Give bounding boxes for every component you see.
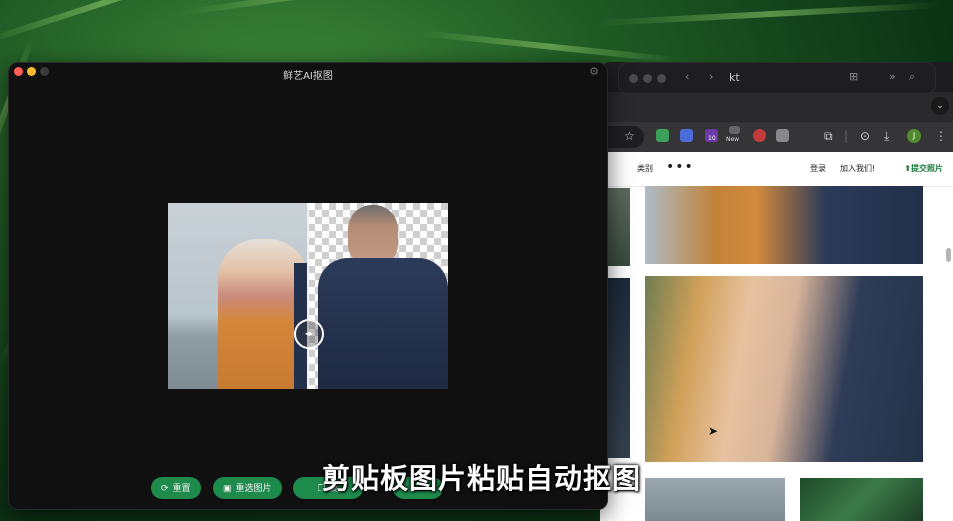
cutout-image: [308, 203, 448, 389]
photo-fern[interactable]: [800, 478, 923, 521]
toolbar-divider: |: [844, 129, 849, 143]
app-title: 鲜艺AI抠图: [283, 71, 333, 82]
profile-avatar[interactable]: J: [907, 129, 921, 143]
back-chevron-icon[interactable]: ‹: [685, 70, 689, 83]
photo-couple-top[interactable]: [645, 186, 923, 264]
website-content: 类别 ••• 登录 加入我们! ⬆提交照片: [600, 152, 953, 521]
page-scrollbar[interactable]: [946, 248, 951, 262]
view-grid-icon[interactable]: ⊞: [849, 70, 858, 83]
nav-category-link[interactable]: 类别: [637, 163, 653, 174]
original-image: [168, 203, 308, 389]
settings-gear-icon[interactable]: ⚙: [589, 65, 599, 78]
extension-blue-icon[interactable]: [680, 129, 693, 142]
site-navbar: 类别 ••• 登录 加入我们! ⬆提交照片: [600, 152, 953, 187]
video-caption: 剪贴板图片粘贴自动抠图: [322, 462, 642, 495]
man-figure: [308, 203, 448, 389]
image-icon: ▣: [223, 483, 232, 493]
nav-more-button[interactable]: •••: [666, 159, 694, 175]
forward-chevron-icon[interactable]: ›: [709, 70, 713, 83]
extension-green-icon[interactable]: [656, 129, 669, 142]
finder-minimize-button[interactable]: [643, 74, 652, 83]
extension-new-label: New: [726, 136, 740, 143]
app-window: 鲜艺AI抠图 ⚙ ◂▸ ⟳ 重置 ▣ 重选图片 ❐ 复: [8, 62, 608, 510]
photo-thumb-left-edge-2[interactable]: [606, 278, 630, 458]
finder-title: kt: [729, 71, 740, 84]
tab-search-icon[interactable]: ⊙: [860, 129, 870, 143]
extension-red-icon[interactable]: [753, 129, 766, 142]
extension-badge-count: 10: [708, 135, 716, 142]
extension-gray-icon[interactable]: [776, 129, 789, 142]
finder-window-bar: ‹ › kt ⊞ » ⌕: [618, 62, 936, 94]
nav-submit-photo-button[interactable]: ⬆提交照片: [904, 163, 943, 174]
compare-slider-handle[interactable]: ◂▸: [294, 319, 324, 349]
compare-preview[interactable]: ◂▸: [168, 203, 448, 389]
nav-login-link[interactable]: 登录: [810, 163, 826, 174]
browser-menu-icon[interactable]: ⋮: [935, 129, 947, 143]
more-chevrons-icon[interactable]: »: [889, 70, 896, 83]
reset-button[interactable]: ⟳ 重置: [151, 477, 201, 499]
upload-icon: ⬆: [904, 164, 911, 173]
nav-join-link[interactable]: 加入我们!: [840, 163, 875, 174]
extensions-puzzle-icon[interactable]: ⧉: [824, 129, 833, 144]
bookmark-star-icon[interactable]: ☆: [624, 129, 635, 143]
browser-tabstrip: ⌄: [600, 92, 953, 122]
photo-thumb-left-edge-1[interactable]: [606, 188, 630, 266]
reselect-image-button[interactable]: ▣ 重选图片: [213, 477, 282, 499]
photo-bottom-left[interactable]: [645, 478, 785, 521]
download-icon[interactable]: ⤓: [884, 129, 889, 144]
tab-dropdown-button[interactable]: ⌄: [931, 97, 949, 115]
refresh-icon: ⟳: [161, 483, 169, 493]
search-icon[interactable]: ⌕: [909, 70, 915, 84]
browser-toolbar: ☆ 10 New ⧉ | ⊙ ⤓ J ⋮: [600, 122, 953, 152]
compare-divider-line[interactable]: [307, 203, 309, 389]
finder-close-button[interactable]: [629, 74, 638, 83]
finder-zoom-button[interactable]: [657, 74, 666, 83]
photo-couple-embrace[interactable]: [645, 276, 923, 462]
extension-new-icon[interactable]: [729, 126, 740, 134]
mouse-pointer-icon: ➤: [708, 424, 719, 438]
browser-window: ⌄ ☆ 10 New ⧉ | ⊙ ⤓ J ⋮ 类别 ••• 登录 加入我们! ⬆…: [600, 62, 953, 521]
